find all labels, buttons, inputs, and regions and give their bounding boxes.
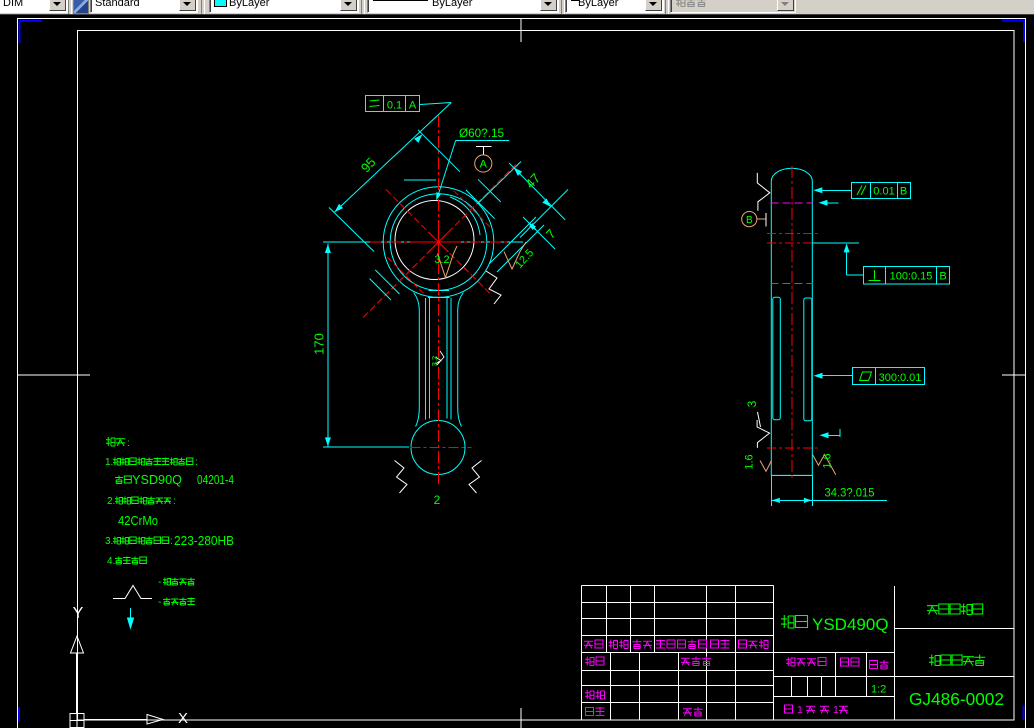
svg-text:0.01: 0.01 [873, 186, 894, 198]
svg-text:47: 47 [522, 170, 543, 191]
svg-text:YSD90Q: YSD90Q [132, 472, 182, 487]
svg-text:100:0.15: 100:0.15 [890, 271, 933, 283]
svg-text:170: 170 [312, 333, 327, 355]
svg-text:2.: 2. [107, 496, 115, 507]
svg-text:3.: 3. [105, 536, 113, 547]
svg-text:3.2: 3.2 [434, 254, 449, 266]
svg-text:42CrMo: 42CrMo [118, 513, 158, 528]
svg-text:1:2: 1:2 [871, 684, 886, 696]
svg-text:3.2: 3.2 [430, 356, 439, 366]
svg-text:1: 1 [797, 704, 803, 716]
svg-text:-: - [158, 577, 161, 588]
svg-text:300:0.01: 300:0.01 [879, 372, 922, 384]
svg-text::: : [127, 438, 130, 449]
svg-text:1: 1 [833, 704, 839, 716]
svg-text:A: A [480, 159, 488, 171]
svg-text:34.3?.015: 34.3?.015 [825, 488, 875, 500]
svg-text:B: B [746, 215, 753, 226]
svg-text:223-280HB: 223-280HB [174, 534, 234, 548]
svg-text:1.: 1. [105, 457, 113, 468]
svg-text:0.1: 0.1 [387, 100, 402, 112]
svg-text:95: 95 [358, 155, 379, 176]
svg-text::: : [173, 496, 176, 507]
svg-text:1.6: 1.6 [744, 454, 756, 469]
svg-text:GJ486-0002: GJ486-0002 [909, 689, 1004, 709]
svg-text:Ø60?.15: Ø60?.15 [459, 128, 504, 140]
svg-text:04201-4: 04201-4 [197, 473, 234, 487]
svg-text:3: 3 [745, 400, 759, 407]
svg-text:A: A [409, 100, 417, 112]
svg-text:2: 2 [434, 493, 441, 507]
svg-text::: : [170, 536, 173, 547]
svg-text:X: X [178, 710, 188, 727]
svg-text:12.5: 12.5 [513, 247, 536, 271]
svg-text:4.: 4. [107, 556, 115, 567]
svg-text:1.6: 1.6 [822, 453, 834, 468]
svg-text:-: - [158, 597, 161, 608]
svg-text:B: B [939, 271, 946, 283]
svg-text:B: B [900, 186, 907, 198]
svg-text:Y: Y [73, 605, 84, 622]
svg-text:YSD490Q: YSD490Q [812, 615, 889, 634]
svg-text::: : [195, 457, 198, 468]
